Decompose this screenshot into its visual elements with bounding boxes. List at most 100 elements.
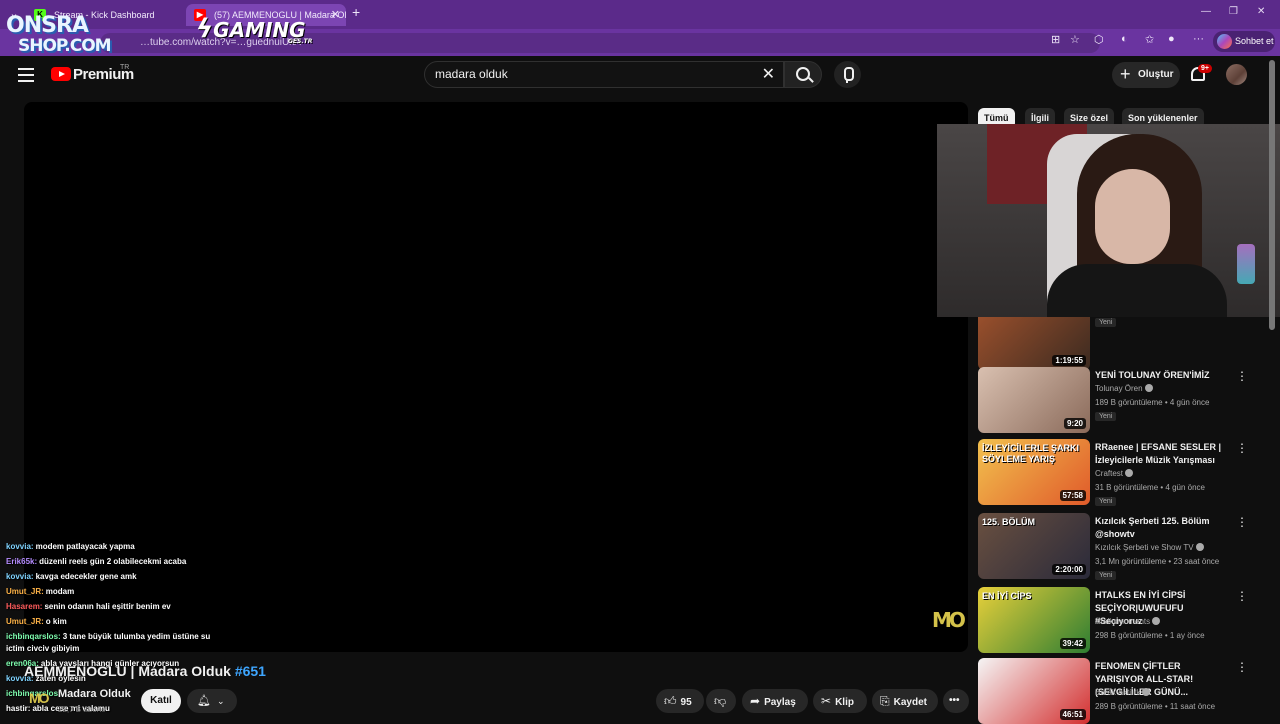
more-actions-button[interactable]: ••• — [943, 689, 969, 713]
recommended-video[interactable]: İZLEYİCİLERLE ŞARKI SÖYLEME YARIŞ 57:58 RR… — [978, 439, 1248, 506]
close-window-icon[interactable]: ✕ — [1257, 6, 1265, 17]
copilot-chat-button[interactable]: Sohbet et — [1213, 31, 1275, 52]
voice-search-icon[interactable] — [834, 61, 861, 88]
create-button[interactable]: Oluştur — [1112, 61, 1180, 88]
close-tab-icon[interactable]: ✕ — [331, 4, 340, 26]
more-vertical-icon[interactable]: ⋮ — [1236, 369, 1248, 383]
favorites-icon[interactable]: ✩ — [1145, 33, 1154, 46]
chat-username: ichbinqarslos: — [6, 632, 61, 641]
thumbnail-caption: 125. BÖLÜM — [982, 517, 1036, 527]
account-avatar[interactable] — [1226, 64, 1247, 85]
chat-text: ictim civciv gibiyim — [6, 644, 80, 653]
chevron-down-icon: ⌄ — [216, 696, 225, 706]
new-tab-icon[interactable]: + — [352, 4, 360, 20]
video-duration: 57:58 — [1059, 490, 1086, 501]
chat-message: ictim civciv gibiyim — [6, 644, 79, 653]
chat-username: kovvia: — [6, 542, 34, 551]
youtube-logo-icon[interactable] — [51, 67, 71, 81]
favorite-star-icon[interactable]: ☆ — [1070, 33, 1080, 46]
recommended-video[interactable]: 125. BÖLÜM 2:20:00 Kızılcık Şerbeti 125. B… — [978, 513, 1248, 580]
new-badge: Yeni — [1095, 571, 1117, 580]
channel-name[interactable]: Madara Olduk — [58, 688, 131, 700]
more-vertical-icon[interactable]: ⋮ — [1236, 660, 1248, 674]
subscription-bell-button[interactable]: 🔔︎ ⌄ — [187, 689, 237, 713]
recommended-video[interactable]: EN İYİ CİPS 39:42 HTALKS EN İYİ CİPSİ SEÇİ… — [978, 587, 1248, 653]
video-thumbnail[interactable]: 46:51 — [978, 658, 1090, 724]
minimize-icon[interactable]: — — [1201, 6, 1211, 17]
recommended-video-title[interactable]: YENİ TOLUNAY ÖREN'İMİZ — [1095, 369, 1230, 382]
join-button[interactable]: Katıl — [141, 689, 181, 713]
chat-username: Hasarem: — [6, 602, 43, 611]
new-badge: Yeni — [1095, 318, 1117, 327]
browser-tab-bar: ⌄ K Stream - Kick Dashboard ▶ (57) AEMME… — [0, 0, 1280, 29]
recommended-channel[interactable]: Craftest — [1095, 469, 1134, 478]
more-vertical-icon[interactable]: ⋮ — [1236, 515, 1248, 529]
recommended-meta: 31 B görüntüleme • 4 gün önce — [1095, 483, 1205, 492]
share-arrow-icon: ➦ — [750, 694, 761, 708]
video-title: AEMMENOGLU | Madara Olduk #651 — [24, 663, 266, 679]
app-icon[interactable]: ⊞ — [1051, 33, 1060, 46]
chat-message: Erik65k: düzenli reels gün 2 olabilecekmi… — [6, 557, 186, 566]
channel-avatar[interactable]: MO — [29, 690, 50, 706]
chat-username: Umut_JR: — [6, 617, 44, 626]
profile-icon[interactable]: ● — [1168, 33, 1175, 45]
clip-button[interactable]: ✂ Klip — [813, 689, 867, 713]
maximize-icon[interactable]: ❐ — [1229, 6, 1238, 17]
chat-message: Umut_JR: modam — [6, 587, 74, 596]
clear-search-icon[interactable]: ✕ — [762, 62, 775, 87]
like-button[interactable]: 👍︎ 95 — [656, 689, 704, 713]
video-thumbnail[interactable]: 9:20 — [978, 367, 1090, 433]
save-label: Kaydet — [893, 697, 927, 708]
video-duration: 9:20 — [1063, 418, 1086, 429]
dislike-button[interactable]: 👎︎ — [706, 689, 736, 713]
chat-message: ichbinqarslos: 3 tane büyük tulumba yedim… — [6, 632, 210, 641]
extension-icon[interactable]: ⬡ — [1094, 33, 1104, 46]
search-input[interactable]: madara olduk ✕ — [424, 61, 784, 88]
chat-text: modam — [45, 587, 75, 596]
more-vertical-icon[interactable]: ⋮ — [1236, 589, 1248, 603]
recommended-video[interactable]: 9:20 YENİ TOLUNAY ÖREN'İMİZ Tolunay Ören 18… — [978, 367, 1248, 433]
gaming-logo-subtext: GES.TR — [288, 38, 313, 45]
copilot-icon — [1217, 34, 1232, 49]
split-screen-icon[interactable]: ◐ — [1121, 33, 1128, 45]
chat-text: senin odanın hali eşittir benim ev — [44, 602, 171, 611]
like-count: 95 — [680, 697, 692, 708]
recommended-video-title[interactable]: Kızılcık Şerbeti 125. Bölüm @showtv — [1095, 515, 1230, 541]
hamburger-menu-icon[interactable] — [18, 68, 34, 82]
chat-text: o kim — [45, 617, 67, 626]
gaming-logo: ϟGAMING GES.TR — [196, 14, 312, 45]
thumbs-up-icon: 👍︎ — [664, 694, 677, 708]
video-player[interactable] — [24, 102, 968, 652]
onsra-logo-text: ONSRA — [6, 13, 89, 38]
chat-username: Umut_JR: — [6, 587, 44, 596]
verified-check-icon — [1142, 688, 1151, 696]
more-vertical-icon[interactable]: ⋮ — [1236, 441, 1248, 455]
recommended-video[interactable]: 46:51 FENOMEN ÇİFTLER YARIŞIYOR ALL-STAR!… — [978, 658, 1248, 724]
video-thumbnail[interactable]: İZLEYİCİLERLE ŞARKI SÖYLEME YARIŞ 57:58 — [978, 439, 1090, 505]
share-button[interactable]: ➦ Paylaş — [742, 689, 808, 713]
recommended-channel[interactable]: Tolunay Ören — [1095, 384, 1153, 393]
recommended-channel[interactable]: Burak Aktürk — [1095, 688, 1151, 697]
chat-text: modem patlayacak yapma — [35, 542, 135, 551]
new-badge: Yeni — [1095, 497, 1117, 506]
subscriber-count: 22,7 B abone — [58, 705, 106, 714]
chat-message: Hasarem: senin odanın hali eşittir benim … — [6, 602, 171, 611]
video-thumbnail[interactable]: EN İYİ CİPS 39:42 — [978, 587, 1090, 653]
channel-watermark[interactable]: MO — [932, 608, 966, 632]
more-menu-icon[interactable]: ··· — [1193, 33, 1204, 45]
recommended-video-title[interactable]: RRaenee | EFSANE SESLER | İzleyicilerle … — [1095, 441, 1230, 467]
page-scrollbar[interactable] — [1269, 60, 1275, 720]
video-title-text: AEMMENOGLU | Madara Olduk — [24, 663, 231, 679]
video-duration: 2:20:00 — [1052, 564, 1086, 575]
search-button[interactable] — [784, 61, 822, 88]
video-hashtag[interactable]: #651 — [235, 663, 266, 679]
scrollbar-thumb[interactable] — [1269, 60, 1275, 330]
recommended-channel[interactable]: Htalksmoments — [1095, 617, 1161, 626]
chat-username: hastir: — [6, 704, 31, 713]
recommended-channel[interactable]: Kızılcık Şerbeti ve Show TV — [1095, 543, 1204, 552]
video-thumbnail[interactable]: 125. BÖLÜM 2:20:00 — [978, 513, 1090, 579]
chat-text: düzenli reels gün 2 olabilecekmi acaba — [39, 557, 187, 566]
verified-check-icon — [1144, 384, 1153, 392]
save-button[interactable]: ⎘ Kaydet — [872, 689, 938, 713]
region-code: TR — [120, 64, 130, 71]
